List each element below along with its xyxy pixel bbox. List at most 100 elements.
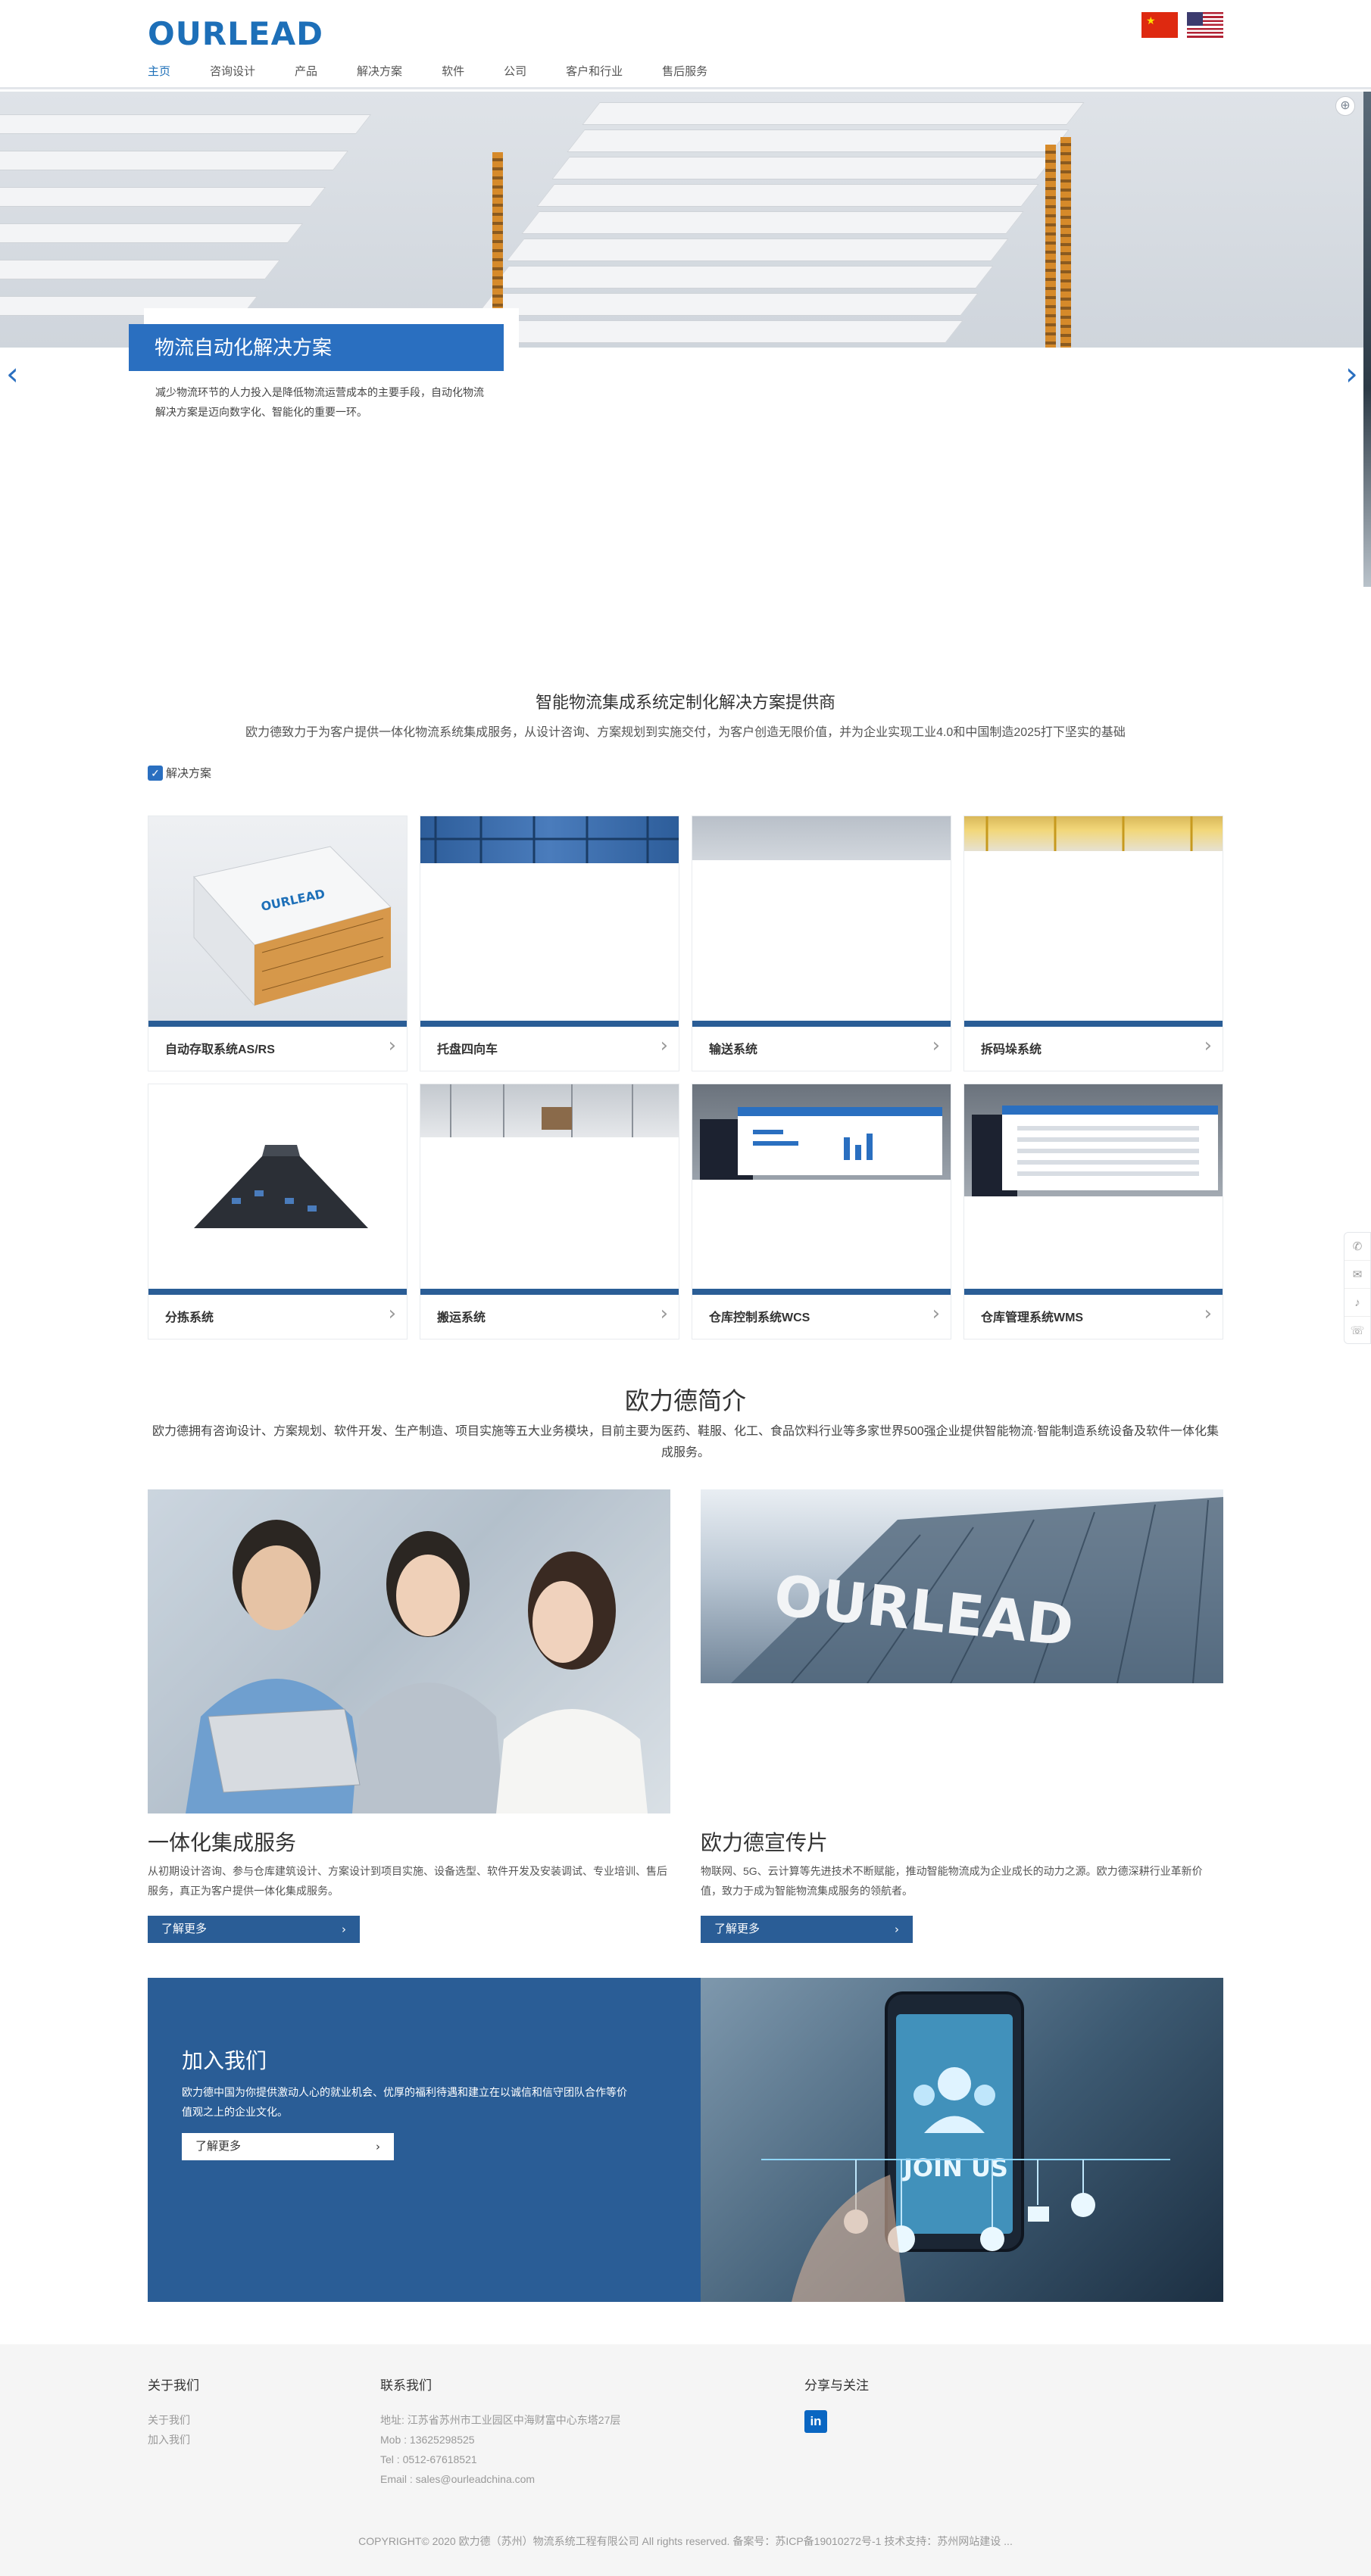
hero-description: 减少物流环节的人力投入是降低物流运营成本的主要手段，自动化物流解决方案是迈向数字… xyxy=(155,386,484,418)
china-flag-icon[interactable]: ★ xyxy=(1141,12,1178,38)
side-contact-toolbar: ✆ ✉ ♪ ☏ xyxy=(1344,1232,1371,1344)
footer-link-join[interactable]: 加入我们 xyxy=(148,2430,199,2450)
card-accent-bar xyxy=(420,1289,679,1295)
footer-about-column: 关于我们 关于我们 加入我们 xyxy=(148,2375,199,2450)
hero-prev-arrow-icon[interactable]: ‹ xyxy=(6,358,19,390)
footer-address: 地址: 江苏省苏州市工业园区中海财富中心东塔27层 xyxy=(380,2414,621,2426)
hero-next-arrow-icon[interactable]: › xyxy=(1345,358,1358,390)
card-accent-bar xyxy=(964,1289,1223,1295)
footer-link-about[interactable]: 关于我们 xyxy=(148,2410,199,2430)
footer-mobile: Mob : 13625298525 xyxy=(380,2434,475,2446)
footer-contact-heading: 联系我们 xyxy=(380,2378,432,2393)
promo-video-desc: 物联网、5G、云计算等先进技术不断赋能，推动智能物流成为企业成长的动力之源。欧力… xyxy=(701,1865,1203,1897)
solution-card-image xyxy=(964,816,1223,851)
chevron-right-icon: › xyxy=(342,1923,346,1936)
linkedin-icon[interactable]: in xyxy=(804,2410,827,2433)
footer-copyright: COPYRIGHT© 2020 欧力德（苏州）物流系统工程有限公司 All ri… xyxy=(358,2535,1013,2547)
site-footer: 关于我们 关于我们 加入我们 联系我们 地址: 江苏省苏州市工业园区中海财富中心… xyxy=(0,2344,1371,2576)
solution-card-image xyxy=(420,816,679,863)
about-heading: 欧力德简介 xyxy=(624,1387,746,1414)
phone-icon[interactable]: ✆ xyxy=(1344,1233,1370,1261)
join-us-panel: 加入我们 欧力德中国为你提供激动人心的就业机会、优厚的福利待遇和建立在以诚信和信… xyxy=(148,1978,701,2302)
button-label: 了解更多 xyxy=(195,2140,242,2153)
nav-item-solutions[interactable]: 解决方案 xyxy=(357,64,402,80)
footer-tel: Tel : 0512-67618521 xyxy=(380,2453,477,2465)
footer-contact-column: 联系我们 地址: 江苏省苏州市工业园区中海财富中心东塔27层 Mob : 136… xyxy=(380,2375,620,2489)
promo-video-more-button[interactable]: 了解更多 › xyxy=(701,1916,913,1943)
solution-card-image xyxy=(692,1084,951,1180)
mail-icon[interactable]: ✉ xyxy=(1344,1261,1370,1289)
main-nav: 主页 咨询设计 产品 解决方案 软件 公司 客户和行业 售后服务 xyxy=(148,64,747,80)
card-accent-bar xyxy=(148,1289,407,1295)
nav-item-products[interactable]: 产品 xyxy=(295,64,317,80)
chevron-right-icon: › xyxy=(1204,1302,1212,1325)
card-accent-bar xyxy=(148,1021,407,1027)
solution-card-sorting[interactable]: 分拣系统 › xyxy=(148,1084,408,1339)
footer-email[interactable]: Email : sales@ourleadchina.com xyxy=(380,2469,620,2489)
site-header: OURLEAD 主页 咨询设计 产品 解决方案 软件 公司 客户和行业 售后服务… xyxy=(0,0,1371,89)
solutions-heading: 智能物流集成系统定制化解决方案提供商 xyxy=(535,693,835,712)
nav-item-customers[interactable]: 客户和行业 xyxy=(566,64,623,80)
join-us-image: JOIN US xyxy=(701,1978,1223,2302)
chevron-right-icon: › xyxy=(895,1923,899,1936)
solution-card-image xyxy=(692,816,951,860)
bell-icon[interactable]: ♪ xyxy=(1344,1289,1370,1317)
solution-card-wcs[interactable]: 仓库控制系统WCS › xyxy=(692,1084,951,1339)
us-flag-icon[interactable] xyxy=(1187,12,1223,38)
solution-card-image xyxy=(964,1084,1223,1196)
solutions-subheading: 欧力德致力于为客户提供一体化物流系统集成服务，从设计咨询、方案规划到实施交付，为… xyxy=(245,726,1126,739)
nav-item-home[interactable]: 主页 xyxy=(148,64,170,80)
solution-card-image xyxy=(148,1084,407,1289)
card-accent-bar xyxy=(692,1021,951,1027)
solution-card-palletizing[interactable]: 拆码垛系统 › xyxy=(963,816,1223,1071)
solution-card-label: 仓库管理系统WMS xyxy=(981,1311,1084,1324)
solution-card-handling[interactable]: 搬运系统 › xyxy=(420,1084,679,1339)
chevron-right-icon: › xyxy=(660,1034,668,1057)
team-photo xyxy=(148,1489,670,1813)
solution-card-image: OURLEAD xyxy=(148,816,407,1021)
join-us-more-button[interactable]: 了解更多 › xyxy=(182,2133,394,2160)
chevron-right-icon: › xyxy=(388,1034,396,1057)
card-accent-bar xyxy=(964,1021,1223,1027)
solution-card-conveyor[interactable]: 输送系统 › xyxy=(692,816,951,1071)
solution-card-label: 输送系统 xyxy=(709,1043,758,1056)
nav-item-consulting[interactable]: 咨询设计 xyxy=(210,64,255,80)
hero-title: 物流自动化解决方案 xyxy=(129,324,504,371)
integrated-service-desc: 从初期设计咨询、参与仓库建筑设计、方案设计到项目实施、设备选型、软件开发及安装调… xyxy=(148,1865,667,1897)
chevron-right-icon: › xyxy=(388,1302,396,1325)
chevron-right-icon: › xyxy=(660,1302,668,1325)
hero-fullscreen-icon[interactable]: ⊕ xyxy=(1335,96,1355,116)
footer-share-column: 分享与关注 in xyxy=(804,2375,869,2433)
checkbox-icon: ✓ xyxy=(148,765,163,781)
solution-card-shuttle[interactable]: 托盘四向车 › xyxy=(420,816,679,1071)
solution-card-wms[interactable]: 仓库管理系统WMS › xyxy=(963,1084,1223,1339)
solution-card-label: 仓库控制系统WCS xyxy=(709,1311,810,1324)
solution-card-label: 分拣系统 xyxy=(165,1311,214,1324)
integrated-service-more-button[interactable]: 了解更多 › xyxy=(148,1916,360,1943)
join-us-section: 加入我们 欧力德中国为你提供激动人心的就业机会、优厚的福利待遇和建立在以诚信和信… xyxy=(148,1978,1223,2302)
footer-about-heading: 关于我们 xyxy=(148,2378,199,2393)
hero-slider: ⊕ 物流自动化解决方案 减少物流环节的人力投入是降低物流运营成本的主要手段，自动… xyxy=(0,92,1371,587)
about-description: 欧力德拥有咨询设计、方案规划、软件开发、生产制造、项目实施等五大业务模块，目前主… xyxy=(151,1425,1220,1459)
card-accent-bar xyxy=(692,1289,951,1295)
solution-card-label: 自动存取系统AS/RS xyxy=(165,1043,275,1056)
company-building-photo: OURLEAD xyxy=(701,1489,1223,1683)
solution-card-asrs[interactable]: OURLEAD 自动存取系统AS/RS › xyxy=(148,816,408,1071)
solutions-tab-label: 解决方案 xyxy=(166,767,212,780)
promo-video-title: 欧力德宣传片 xyxy=(701,1831,829,1854)
join-us-desc: 欧力德中国为你提供激动人心的就业机会、优厚的福利待遇和建立在以诚信和信守团队合作… xyxy=(182,2086,627,2118)
nav-item-company[interactable]: 公司 xyxy=(504,64,526,80)
chevron-right-icon: › xyxy=(1204,1034,1212,1057)
site-logo[interactable]: OURLEAD xyxy=(148,15,323,52)
button-label: 了解更多 xyxy=(161,1923,208,1935)
button-label: 了解更多 xyxy=(714,1923,760,1935)
message-icon[interactable]: ☏ xyxy=(1344,1317,1370,1345)
card-accent-bar xyxy=(420,1021,679,1027)
hero-next-slide-peek xyxy=(1363,92,1371,587)
chevron-right-icon: › xyxy=(932,1034,940,1057)
nav-item-service[interactable]: 售后服务 xyxy=(662,64,707,80)
footer-share-heading: 分享与关注 xyxy=(804,2378,869,2393)
nav-item-software[interactable]: 软件 xyxy=(442,64,464,80)
solutions-tab[interactable]: ✓ 解决方案 xyxy=(148,765,211,781)
solution-card-image xyxy=(420,1084,679,1137)
